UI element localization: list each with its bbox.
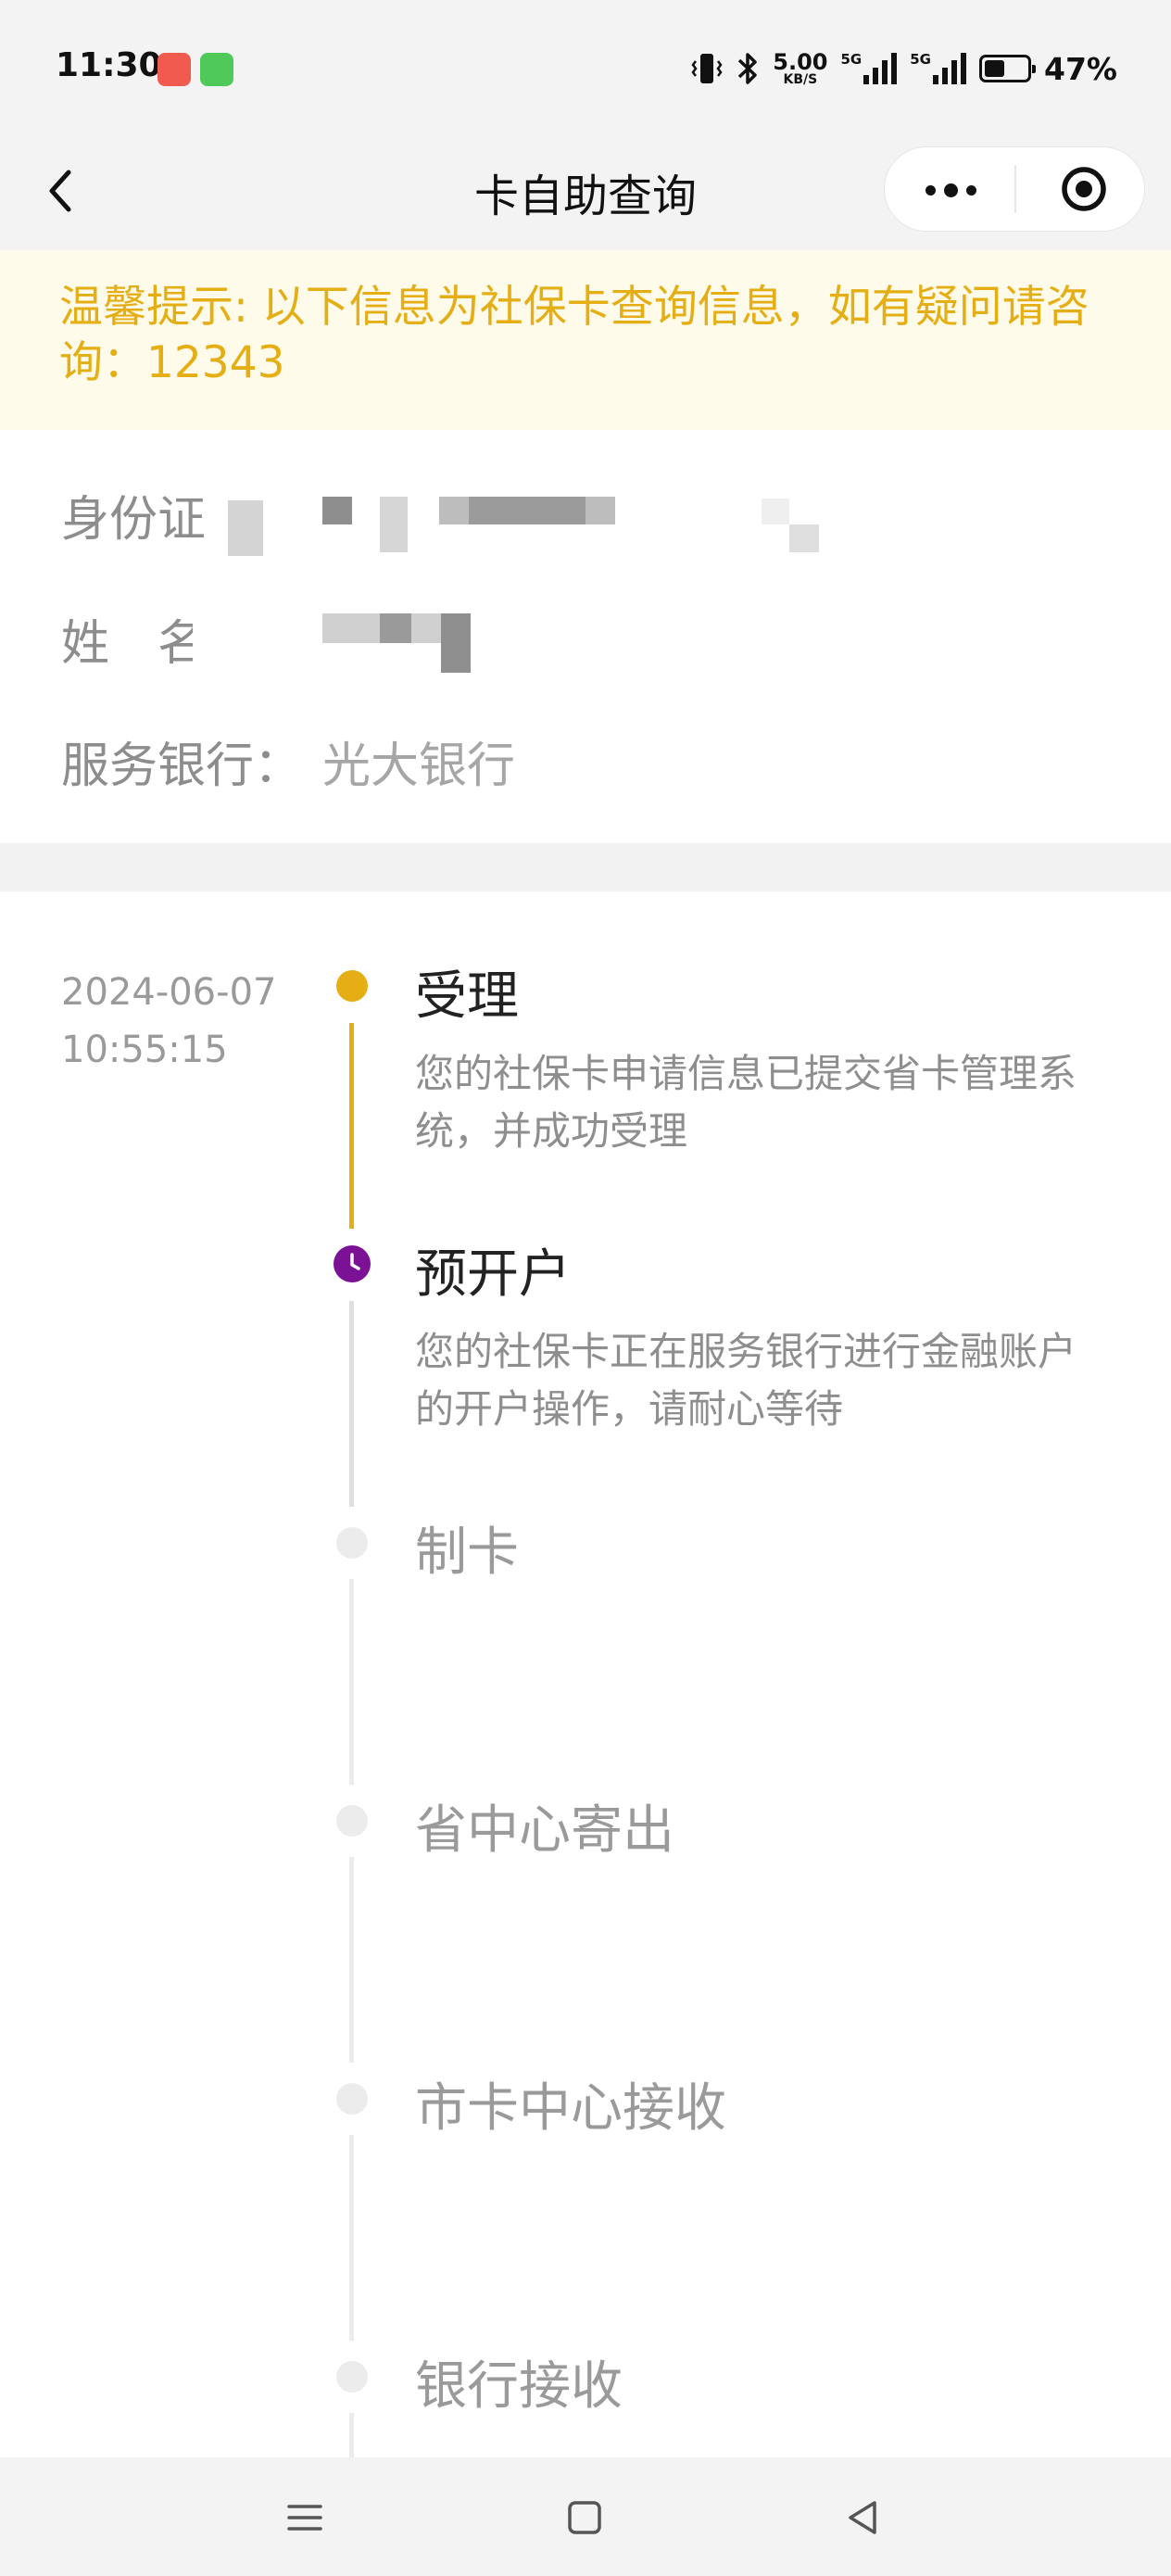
back-triangle-icon[interactable] [837,2493,888,2543]
step-dot-pending [336,1805,368,1837]
more-dot-icon [925,184,936,196]
step-title: 预开户 [415,1244,571,1305]
clock-icon [334,1245,371,1282]
home-square-icon[interactable] [560,2493,610,2543]
timeline-line-done [349,1023,354,1229]
timeline-line-pending [349,1579,354,1785]
message-app-icon [200,53,233,86]
timeline-line-pending [349,1857,354,2063]
step-desc: 您的社保卡正在服务银行进行金融账户的开户操作，请耐心等待 [415,1329,1077,1432]
step-title: 省中心寄出 [415,1800,674,1861]
id-mosaic [469,497,586,524]
signal-bars-icon [863,53,898,84]
notification-app-icon [157,53,191,86]
network-speed: 5.00 KB/S [773,49,828,87]
id-mosaic [322,497,352,524]
bank-label: 服务银行： [61,739,303,794]
timestamp-date: 2024-06-07 [61,971,277,1014]
capsule-divider [1014,165,1016,213]
step-dot-pending [336,2361,368,2393]
bank-value: 光大银行 [322,739,516,794]
step-title: 银行接收 [415,2356,623,2417]
menu-icon[interactable] [280,2493,330,2543]
more-dot-icon [965,184,976,196]
timeline-line-pending [349,2413,354,2457]
timestamp-time: 10:55:15 [61,1029,228,1071]
section-separator [0,843,1171,891]
signal-bars-icon [933,53,966,84]
battery-icon [979,55,1036,82]
status-time: 11:30 [56,46,162,84]
close-target-icon[interactable] [1056,161,1112,217]
step-dot-pending [336,2083,368,2115]
name-mosaic [441,613,471,673]
step-dot-pending [336,1527,368,1559]
step-title: 市卡中心接收 [415,2078,726,2139]
timeline-line-pending [349,1301,354,1507]
id-mosaic [789,524,819,552]
battery-percent: 47% [1044,50,1117,87]
signal-2: 5G [910,53,966,84]
name-label-mask [193,606,230,671]
more-dot-icon [943,183,958,197]
name-label: 姓 名 [61,616,207,672]
name-mosaic [380,613,411,643]
bluetooth-icon [738,53,758,84]
vibrate-icon [691,54,723,83]
id-mosaic [228,500,263,556]
signal-1: 5G [841,53,898,84]
more-button[interactable] [921,174,980,206]
timeline-line-pending [349,2135,354,2341]
timestamp: 2024-06-07 10:55:15 [61,964,276,1079]
status-indicators: 5.00 KB/S 5G 5G 47% [691,48,1117,89]
id-mosaic [762,499,789,524]
step-title: 制卡 [415,1522,519,1583]
step-dot-done [336,970,368,1002]
step-title: 受理 [415,966,519,1027]
step-desc: 您的社保卡申请信息已提交省卡管理系统，并成功受理 [415,1051,1077,1154]
id-mosaic [380,497,408,552]
notice-text: 温馨提示: 以下信息为社保卡查询信息，如有疑问请咨询：12343 [59,282,1089,388]
